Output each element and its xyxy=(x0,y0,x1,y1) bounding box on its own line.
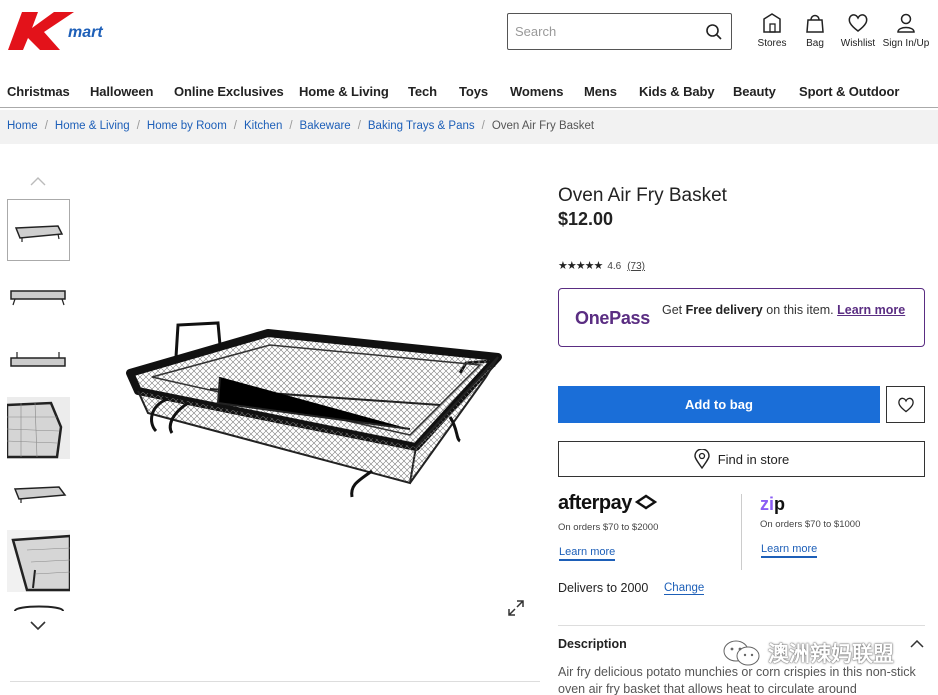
onepass-text-post: on this item. xyxy=(762,303,838,317)
bag-icon xyxy=(806,14,824,33)
crumb-baking-trays[interactable]: Baking Trays & Pans xyxy=(368,120,475,132)
location-pin-icon xyxy=(694,449,710,469)
crumb-separator: / xyxy=(481,120,485,132)
description-heading[interactable]: Description xyxy=(558,637,627,651)
onepass-free-delivery: Free delivery xyxy=(685,303,763,317)
crumb-kitchen[interactable]: Kitchen xyxy=(244,120,282,132)
user-icon xyxy=(897,13,915,33)
wechat-icon xyxy=(723,640,760,666)
product-rating: ★★★★★ 4.6 (73) xyxy=(558,259,645,272)
nav-beauty[interactable]: Beauty xyxy=(733,84,776,99)
crumb-separator: / xyxy=(233,120,237,132)
thumbnail-image xyxy=(14,225,64,242)
nav-home-living[interactable]: Home & Living xyxy=(299,84,389,99)
divider xyxy=(741,494,742,570)
zip-learn-more-link[interactable]: Learn more xyxy=(761,543,818,558)
nav-sport-outdoor[interactable]: Sport & Outdoor xyxy=(799,84,899,99)
thumbnail-2[interactable] xyxy=(7,265,70,327)
watermark-text: 澳洲辣妈联盟 xyxy=(768,643,894,666)
description-text: Air fry delicious potato munchies or cor… xyxy=(558,665,916,695)
main-nav: Christmas Halloween Online Exclusives Ho… xyxy=(0,78,938,108)
find-in-store-label: Find in store xyxy=(717,451,790,467)
nav-tech[interactable]: Tech xyxy=(408,84,437,99)
nav-toys[interactable]: Toys xyxy=(459,84,488,99)
onepass-text-pre: Get xyxy=(662,303,686,317)
product-title: Oven Air Fry Basket xyxy=(558,185,727,206)
crumb-separator: / xyxy=(289,120,293,132)
heart-icon xyxy=(897,397,914,412)
thumbnail-4[interactable] xyxy=(7,397,70,459)
thumbnail-image xyxy=(13,486,67,503)
thumbnail-image xyxy=(14,605,64,612)
crumb-current: Oven Air Fry Basket xyxy=(491,120,595,132)
crumb-home[interactable]: Home xyxy=(7,120,38,132)
thumbnail-5[interactable] xyxy=(7,463,70,525)
review-count-link[interactable]: (73) xyxy=(627,261,645,272)
change-location-link[interactable]: Change xyxy=(664,582,705,595)
rating-value: 4.6 xyxy=(607,261,622,272)
logo-text: mart xyxy=(68,24,103,41)
nav-mens[interactable]: Mens xyxy=(584,84,617,99)
crumb-home-by-room[interactable]: Home by Room xyxy=(147,120,227,132)
heart-icon xyxy=(848,14,868,32)
thumbnail-3[interactable] xyxy=(7,330,70,392)
sign-in-label: Sign In/Up xyxy=(882,38,930,49)
zip-range: On orders $70 to $1000 xyxy=(760,519,861,530)
zip-logo: zip xyxy=(760,494,785,515)
nav-halloween[interactable]: Halloween xyxy=(90,84,154,99)
search-icon[interactable] xyxy=(705,23,723,41)
site-header: mart Stores Bag Wishli xyxy=(0,0,938,72)
thumbnail-image xyxy=(10,290,66,306)
afterpay-logo: afterpay xyxy=(558,492,658,515)
watermark: 澳洲辣妈联盟 xyxy=(722,638,894,668)
find-in-store-button[interactable]: Find in store xyxy=(558,441,925,477)
crumb-separator: / xyxy=(357,120,361,132)
onepass-banner: OnePass Get Free delivery on this item. … xyxy=(558,288,925,347)
delivery-location: Delivers to 2000 xyxy=(558,581,649,595)
zip-logo-accent: zi xyxy=(760,494,775,514)
sign-in-link[interactable]: Sign In/Up xyxy=(878,12,934,49)
afterpay-range: On orders $70 to $2000 xyxy=(558,522,659,533)
divider xyxy=(558,625,925,626)
crumb-separator: / xyxy=(44,120,48,132)
thumbnail-6[interactable] xyxy=(7,530,70,592)
rating-stars: ★★★★★ xyxy=(558,260,603,272)
product-price: $12.00 xyxy=(558,209,614,229)
thumbnail-image xyxy=(10,352,66,367)
onepass-text: Get Free delivery on this item. Learn mo… xyxy=(662,304,912,317)
thumbnail-image xyxy=(7,397,70,459)
onepass-logo: OnePass xyxy=(575,308,650,328)
add-to-bag-button[interactable]: Add to bag xyxy=(558,386,880,423)
breadcrumb: Home / Home & Living / Home by Room / Kitchen /… xyxy=(0,110,938,144)
chevron-down-icon[interactable] xyxy=(30,620,46,632)
kmart-logo[interactable]: mart xyxy=(8,10,138,54)
crumb-separator: / xyxy=(136,120,140,132)
divider xyxy=(10,681,540,682)
crumb-bakeware[interactable]: Bakeware xyxy=(300,120,351,132)
search-input[interactable] xyxy=(508,14,698,49)
zip-logo-text: p xyxy=(774,494,786,514)
afterpay-arrows-icon xyxy=(634,494,657,510)
wishlist-button[interactable] xyxy=(886,386,925,423)
store-icon xyxy=(763,13,781,33)
nav-womens[interactable]: Womens xyxy=(510,84,563,99)
afterpay-logo-text: afterpay xyxy=(558,492,632,514)
thumbnail-image xyxy=(7,530,70,592)
nav-kids-baby[interactable]: Kids & Baby xyxy=(639,84,715,99)
search-box[interactable] xyxy=(507,13,732,50)
crumb-home-living[interactable]: Home & Living xyxy=(55,120,130,132)
expand-icon[interactable] xyxy=(506,598,526,618)
thumbnail-7[interactable] xyxy=(7,597,70,613)
product-image xyxy=(126,321,502,498)
afterpay-learn-more-link[interactable]: Learn more xyxy=(559,546,616,561)
nav-online-exclusives[interactable]: Online Exclusives xyxy=(174,84,284,99)
nav-christmas[interactable]: Christmas xyxy=(7,84,70,99)
onepass-learn-more-link[interactable]: Learn more xyxy=(837,303,905,317)
chevron-up-icon[interactable] xyxy=(910,640,924,648)
chevron-up-icon[interactable] xyxy=(30,176,46,186)
thumbnail-1[interactable] xyxy=(7,199,70,261)
